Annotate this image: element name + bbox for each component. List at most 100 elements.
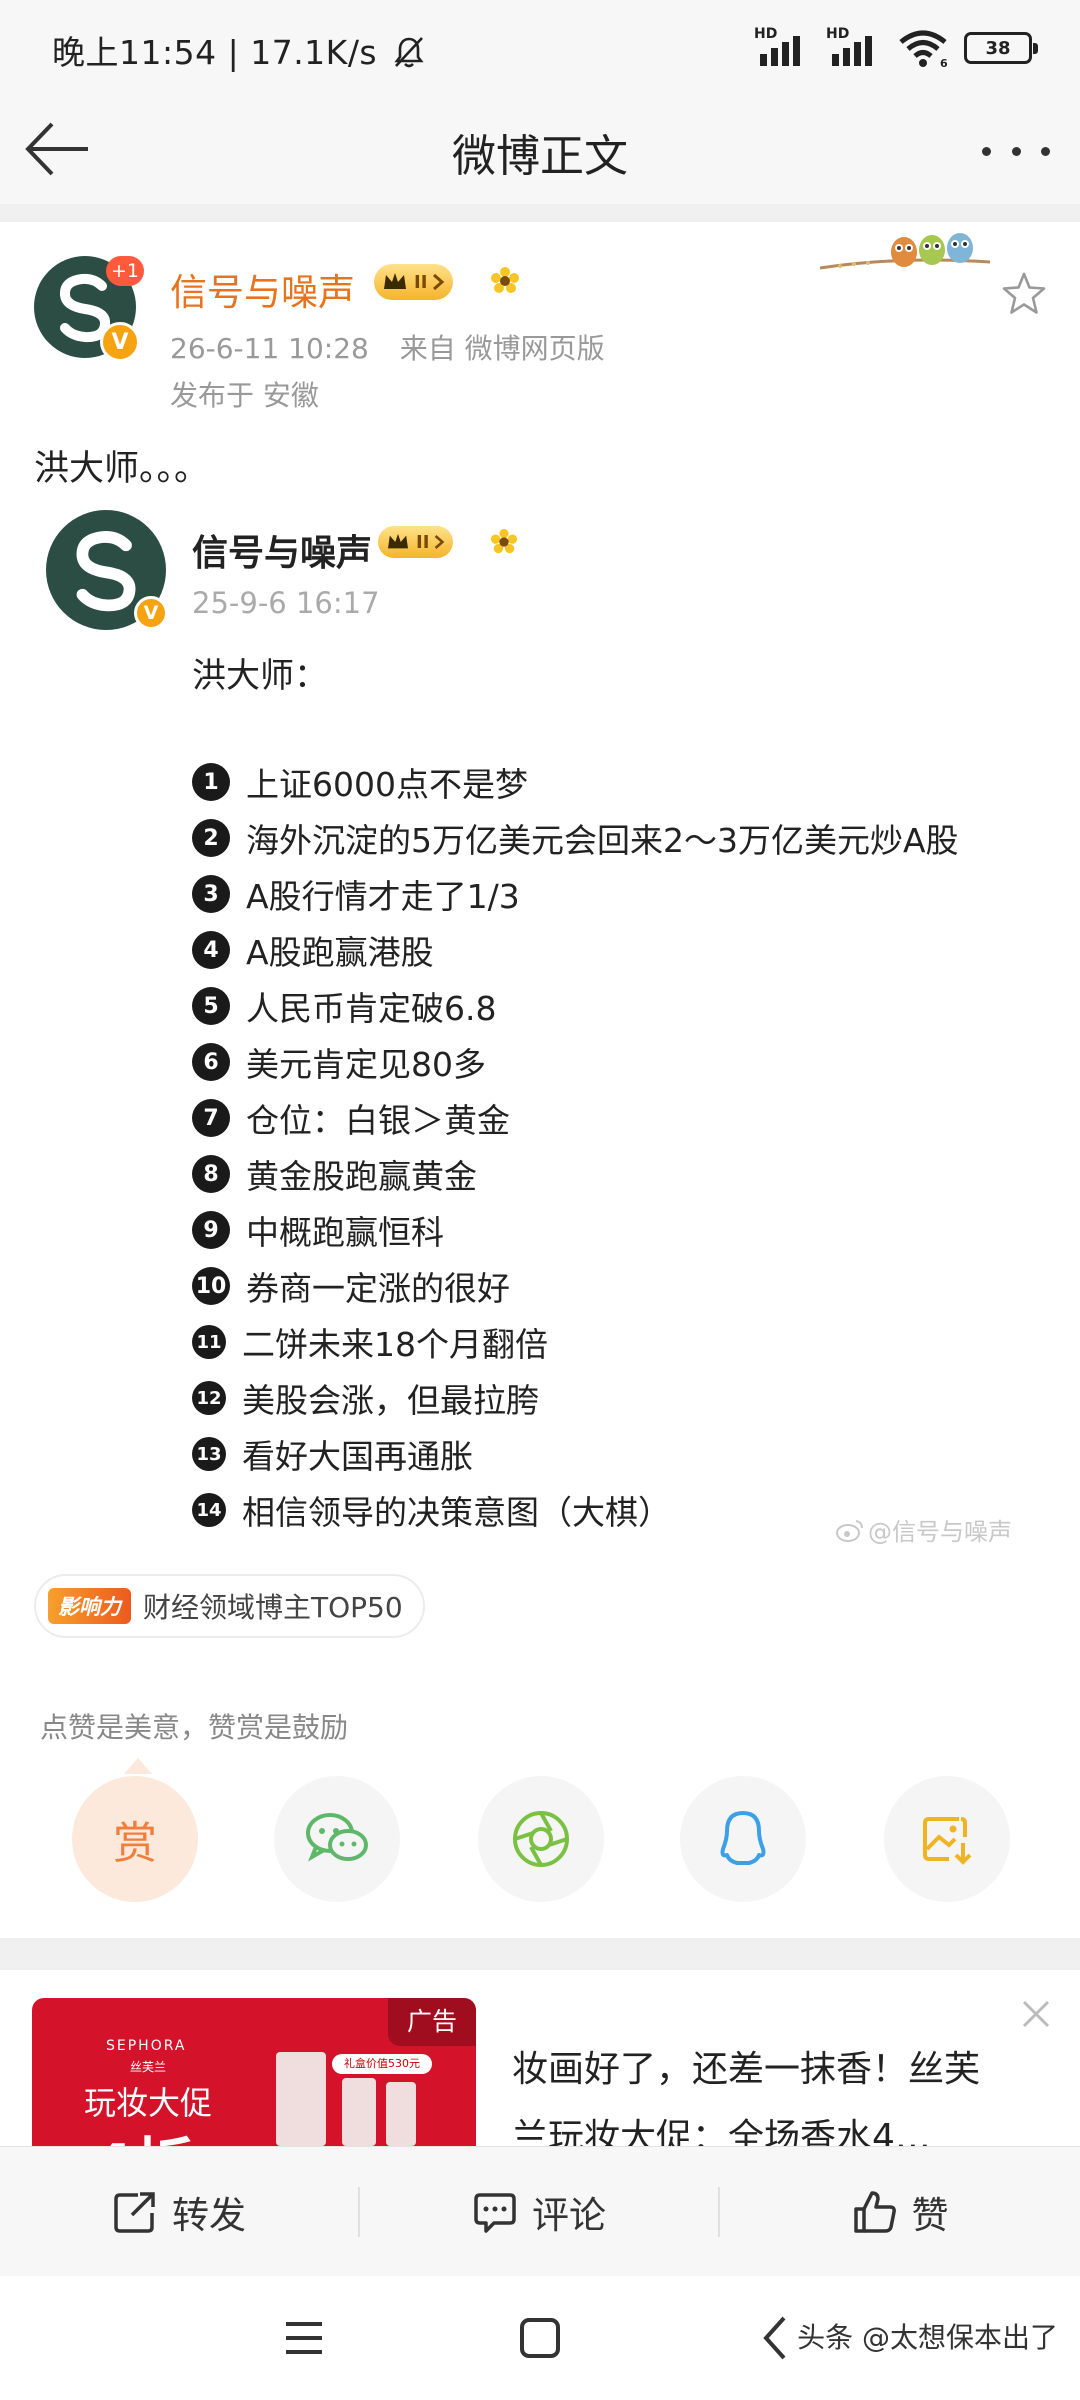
status-bar: 晚上11:54 | 17.1K/s HD HD 6 38 <box>0 0 1080 96</box>
battery-icon: 38 <box>964 32 1038 64</box>
comment-button[interactable]: 评论 <box>360 2147 718 2277</box>
cell-signal-2-icon: HD <box>826 26 882 66</box>
list-item-text: 海外沉淀的5万亿美元会回来2～3万亿美元炒A股 <box>246 821 959 860</box>
share-wechat-button[interactable] <box>274 1776 400 1902</box>
save-image-button[interactable] <box>884 1776 1010 1902</box>
member-crown-badge: II <box>374 264 454 300</box>
thumbs-up-icon <box>853 2191 896 2233</box>
list-item-text: 中概跑赢恒科 <box>246 1213 444 1252</box>
favorite-star-icon[interactable] <box>1000 270 1048 318</box>
number-badge: 8 <box>192 1155 230 1193</box>
wifi-icon: 6 <box>899 30 948 68</box>
source-credit: 头条 @太想保本出了 <box>797 2321 1058 2354</box>
post-source: 来自 微博网页版 <box>399 332 605 365</box>
mute-bell-icon <box>394 37 424 68</box>
share-qq-button[interactable] <box>680 1776 806 1902</box>
list-item: 10 券商一定涨的很好 <box>192 1262 510 1310</box>
wechat-moments-icon <box>513 1811 569 1867</box>
list-item: 8 黄金股跑赢黄金 <box>192 1150 477 1198</box>
number-badge: 13 <box>192 1437 226 1471</box>
number-badge: 10 <box>192 1267 230 1305</box>
list-item: 1 上证6000点不是梦 <box>192 758 528 806</box>
system-navigation-bar: 头条 @太想保本出了 <box>0 2276 1080 2400</box>
section-divider <box>0 1938 1080 1970</box>
quoted-member-crown-badge: II <box>378 526 454 558</box>
perfume-bottle-image <box>276 2052 326 2146</box>
perfume-bottle-image <box>386 2082 416 2146</box>
list-item-text: 相信领导的决策意图（大棋） <box>242 1493 671 1532</box>
bottom-action-bar: 转发 评论 赞 <box>0 2146 1080 2276</box>
save-image-icon <box>923 1817 972 1865</box>
share-moments-button[interactable] <box>478 1776 604 1902</box>
list-item-text: 上证6000点不是梦 <box>246 765 528 804</box>
like-label: 赞 <box>911 2194 949 2237</box>
sunflower-icon <box>491 267 519 293</box>
chevron-right-icon <box>435 535 445 549</box>
menu-icon[interactable] <box>276 2310 332 2366</box>
decorative-owls-icon <box>820 233 990 270</box>
influence-tag[interactable]: 影响力 财经领域博主TOP50 <box>34 1574 425 1638</box>
list-item-text: 看好大国再通胀 <box>242 1437 473 1476</box>
back-chevron-icon[interactable] <box>748 2310 804 2366</box>
ad-label: 广告 <box>388 1998 476 2046</box>
comment-icon <box>474 2193 516 2233</box>
qq-penguin-icon <box>720 1811 766 1865</box>
image-watermark: @信号与噪声 <box>836 1512 1012 1547</box>
reward-button[interactable]: 赏 <box>72 1776 198 1902</box>
repost-button[interactable]: 转发 <box>0 2147 358 2277</box>
ad-brand: SEPHORA <box>106 2038 187 2054</box>
list-item: 4 A股跑赢港股 <box>192 926 434 974</box>
more-options-icon[interactable] <box>976 126 1056 176</box>
post-timestamp: 26-6-11 10:28 <box>170 332 369 365</box>
list-item: 6 美元肯定见80多 <box>192 1038 486 1086</box>
influence-badge: 影响力 <box>48 1588 131 1624</box>
status-time: 晚上11:54 | 17.1K/s <box>52 26 426 74</box>
close-icon[interactable] <box>1018 1996 1054 2032</box>
repost-icon <box>114 2192 155 2233</box>
number-badge: 3 <box>192 875 230 913</box>
author-name[interactable]: 信号与噪声 <box>170 262 355 316</box>
new-follower-badge: +1 <box>106 256 144 286</box>
quoted-author-name[interactable]: 信号与噪声 <box>192 524 372 576</box>
quoted-author-avatar[interactable]: V <box>46 510 168 630</box>
number-badge: 12 <box>192 1381 226 1415</box>
list-item-text: 券商一定涨的很好 <box>246 1269 510 1308</box>
repost-label: 转发 <box>172 2194 246 2237</box>
list-item: 14 相信领导的决策意图（大棋） <box>192 1486 671 1534</box>
list-item: 7 仓位：白银＞黄金 <box>192 1094 510 1142</box>
list-item-text: 仓位：白银＞黄金 <box>246 1101 510 1140</box>
quoted-timestamp: 25-9-6 16:17 <box>192 586 380 620</box>
wifi-label: 6 <box>940 57 948 68</box>
list-item-text: A股跑赢港股 <box>246 933 434 972</box>
post-text: 洪大师。。。 <box>34 449 210 489</box>
top-navigation-bar: 微博正文 <box>0 96 1080 204</box>
member-level-text: II <box>414 271 428 293</box>
ad-image[interactable]: SEPHORA 丝芙兰 玩妆大促 4折 广告 礼盒价值530元 <box>32 1998 476 2146</box>
section-divider <box>0 204 1080 222</box>
list-item: 2 海外沉淀的5万亿美元会回来2～3万亿美元炒A股 <box>192 814 959 862</box>
list-item-text: 美元肯定见80多 <box>246 1045 486 1084</box>
list-item-text: 二饼未来18个月翻倍 <box>242 1325 548 1364</box>
share-row: 赏 <box>0 1776 1080 1906</box>
home-square-icon[interactable] <box>512 2310 568 2366</box>
number-badge: 9 <box>192 1211 230 1249</box>
verified-badge-icon: V <box>100 322 140 362</box>
wechat-icon <box>306 1813 368 1862</box>
page-title: 微博正文 <box>452 131 628 182</box>
list-item: 5 人民币肯定破6.8 <box>192 982 496 1030</box>
like-button[interactable]: 赞 <box>720 2147 1080 2277</box>
list-item: 9 中概跑赢恒科 <box>192 1206 444 1254</box>
comment-label: 评论 <box>532 2194 606 2237</box>
list-item-text: 黄金股跑赢黄金 <box>246 1157 477 1196</box>
list-item-text: 美股会涨，但最拉胯 <box>242 1381 539 1420</box>
list-item-text: A股行情才走了1/3 <box>246 877 520 916</box>
sunflower-icon <box>490 528 518 554</box>
number-badge: 14 <box>192 1493 226 1527</box>
number-badge: 6 <box>192 1043 230 1081</box>
influence-tag-text: 财经领域博主TOP50 <box>143 1591 403 1624</box>
watermark-text: @信号与噪声 <box>868 1518 1012 1546</box>
crown-icon <box>384 273 406 289</box>
number-badge: 4 <box>192 931 230 969</box>
number-badge: 11 <box>192 1325 226 1359</box>
list-item: 11 二饼未来18个月翻倍 <box>192 1318 548 1366</box>
